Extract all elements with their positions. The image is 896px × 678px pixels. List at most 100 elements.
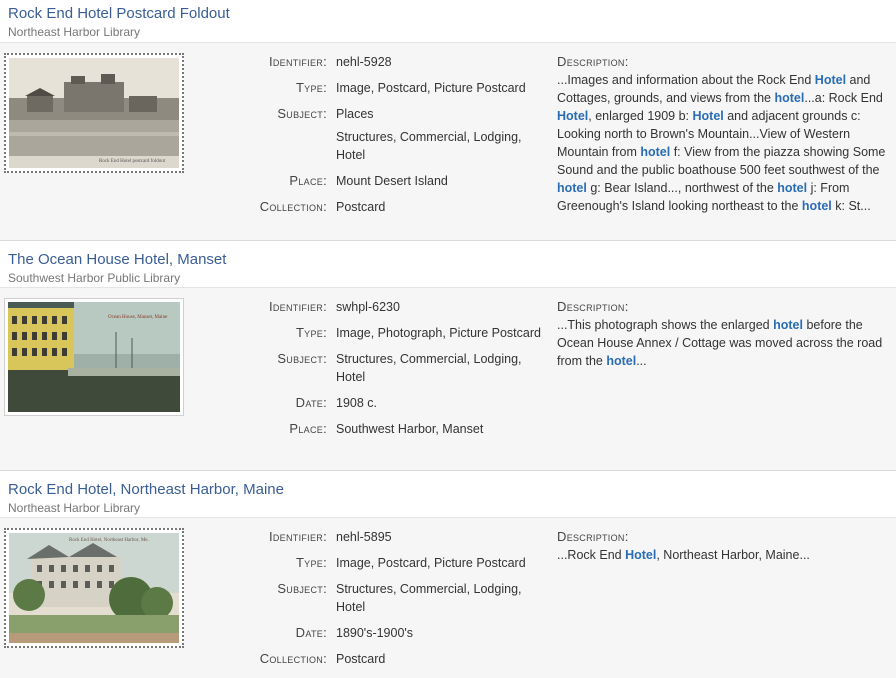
description-label: Description: bbox=[557, 299, 629, 314]
description-fragment: g: Bear Island..., northwest of the bbox=[586, 181, 778, 195]
result-header: The Ocean House Hotel, Manset Southwest … bbox=[0, 241, 896, 287]
field-subject: Subject: Structures, Commercial, Lodging… bbox=[230, 580, 545, 616]
result-title-link[interactable]: Rock End Hotel Postcard Foldout bbox=[8, 5, 230, 22]
field-date: Date: 1908 c. bbox=[230, 394, 545, 412]
field-value: nehl-5928 bbox=[336, 55, 392, 69]
field-type: Type: Image, Postcard, Picture Postcard bbox=[230, 79, 545, 97]
field-value: Postcard bbox=[336, 652, 386, 666]
field-value: nehl-5895 bbox=[336, 530, 392, 544]
thumbnail-caption-text: Rock End Hotel, Northeast Harbor, Me. bbox=[69, 538, 149, 543]
thumbnail-caption-text: Ocean House, Manset, Maine bbox=[108, 315, 168, 320]
result-metadata: Identifier: nehl-5895 Type: Image, Postc… bbox=[230, 528, 545, 676]
result-description: Description: ...This photograph shows th… bbox=[557, 298, 890, 370]
result-thumbnail[interactable]: Rock End Hotel, Northeast Harbor, Me. bbox=[4, 528, 184, 648]
field-label: Identifier: bbox=[268, 529, 327, 544]
result-body: Rock End Hotel, Northeast Harbor, Me. Id… bbox=[0, 517, 896, 678]
field-label: Subject: bbox=[277, 106, 327, 121]
result-body: Rock End Hotel postcard foldout Identifi… bbox=[0, 42, 896, 241]
field-value: Places bbox=[336, 107, 374, 121]
description-label: Description: bbox=[557, 529, 629, 544]
field-date: Date: 1890's-1900's bbox=[230, 624, 545, 642]
field-collection: Collection: Postcard bbox=[230, 650, 545, 668]
thumbnail-caption-text: Rock End Hotel postcard foldout bbox=[99, 159, 166, 164]
description-text: ...Images and information about the Rock… bbox=[557, 71, 890, 215]
result-thumbnail[interactable]: Ocean House, Manset, Maine bbox=[4, 298, 184, 416]
search-highlight: hotel bbox=[801, 199, 832, 213]
description-fragment: ...Rock End bbox=[557, 548, 626, 562]
search-highlight: hotel bbox=[557, 181, 587, 195]
field-value: Southwest Harbor, Manset bbox=[336, 422, 484, 436]
result-header: Rock End Hotel Postcard Foldout Northeas… bbox=[0, 0, 896, 42]
result-title-link[interactable]: Rock End Hotel, Northeast Harbor, Maine bbox=[8, 481, 284, 498]
search-highlight: Hotel bbox=[814, 73, 847, 87]
postcard-image: Rock End Hotel, Northeast Harbor, Me. bbox=[9, 533, 179, 643]
result-item: Rock End Hotel, Northeast Harbor, Maine … bbox=[0, 471, 896, 678]
field-label: Identifier: bbox=[268, 54, 327, 69]
field-label: Subject: bbox=[277, 581, 327, 596]
search-highlight: hotel bbox=[774, 91, 805, 105]
field-identifier: Identifier: nehl-5895 bbox=[230, 528, 545, 546]
description-fragment: ... bbox=[636, 354, 647, 368]
result-metadata: Identifier: nehl-5928 Type: Image, Postc… bbox=[230, 53, 545, 224]
description-fragment: ...Images and information about the Rock… bbox=[557, 73, 815, 87]
postcard-image: Rock End Hotel postcard foldout bbox=[9, 58, 179, 168]
description-fragment: ...This photograph shows the enlarged bbox=[557, 318, 774, 332]
description-fragment: , enlarged 1909 b: bbox=[588, 109, 693, 123]
field-value: 1890's-1900's bbox=[336, 626, 414, 640]
field-label: Type: bbox=[295, 325, 327, 340]
result-item: Rock End Hotel Postcard Foldout Northeas… bbox=[0, 0, 896, 241]
result-description: Description: ...Images and information a… bbox=[557, 53, 890, 215]
field-subject: Subject: Places Structures, Commercial, … bbox=[230, 105, 545, 164]
result-institution: Northeast Harbor Library bbox=[8, 25, 141, 39]
field-label: Place: bbox=[289, 173, 327, 188]
field-identifier: Identifier: nehl-5928 bbox=[230, 53, 545, 71]
result-institution: Northeast Harbor Library bbox=[8, 501, 141, 515]
result-metadata: Identifier: swhpl-6230 Type: Image, Phot… bbox=[230, 298, 545, 446]
description-text: ...This photograph shows the enlarged ho… bbox=[557, 316, 890, 370]
field-type: Type: Image, Postcard, Picture Postcard bbox=[230, 554, 545, 572]
search-highlight: hotel bbox=[777, 181, 808, 195]
field-label: Collection: bbox=[259, 651, 327, 666]
field-value: Image, Postcard, Picture Postcard bbox=[336, 556, 526, 570]
field-place: Place: Mount Desert Island bbox=[230, 172, 545, 190]
result-header: Rock End Hotel, Northeast Harbor, Maine … bbox=[0, 471, 896, 517]
field-value: Image, Postcard, Picture Postcard bbox=[336, 81, 526, 95]
description-label: Description: bbox=[557, 54, 629, 69]
field-subject: Subject: Structures, Commercial, Lodging… bbox=[230, 350, 545, 386]
field-value: Structures, Commercial, Lodging, Hotel bbox=[336, 130, 522, 162]
field-value: Structures, Commercial, Lodging, Hotel bbox=[336, 352, 522, 384]
field-label: Date: bbox=[295, 395, 327, 410]
description-fragment: ...a: Rock End bbox=[804, 91, 883, 105]
field-value: swhpl-6230 bbox=[336, 300, 400, 314]
search-highlight: hotel bbox=[606, 354, 637, 368]
field-label: Type: bbox=[295, 80, 327, 95]
field-value: 1908 c. bbox=[336, 396, 378, 410]
description-fragment: , Northeast Harbor, Maine... bbox=[656, 548, 810, 562]
result-body: Ocean House, Manset, Maine Identifier: s… bbox=[0, 287, 896, 471]
search-highlight: Hotel bbox=[692, 109, 724, 123]
search-highlight: Hotel bbox=[625, 548, 657, 562]
result-description: Description: ...Rock End Hotel, Northeas… bbox=[557, 528, 890, 564]
result-item: The Ocean House Hotel, Manset Southwest … bbox=[0, 241, 896, 471]
field-collection: Collection: Postcard bbox=[230, 198, 545, 216]
field-label: Type: bbox=[295, 555, 327, 570]
search-highlight: Hotel bbox=[557, 109, 589, 123]
search-highlight: hotel bbox=[640, 145, 671, 159]
field-label: Subject: bbox=[277, 351, 327, 366]
field-place: Place: Southwest Harbor, Manset bbox=[230, 420, 545, 438]
description-fragment: k: St... bbox=[831, 199, 871, 213]
field-value: Structures, Commercial, Lodging, Hotel bbox=[336, 582, 522, 614]
field-label: Identifier: bbox=[268, 299, 327, 314]
result-title-link[interactable]: The Ocean House Hotel, Manset bbox=[8, 251, 226, 268]
field-label: Place: bbox=[289, 421, 327, 436]
field-value: Image, Photograph, Picture Postcard bbox=[336, 326, 541, 340]
result-thumbnail[interactable]: Rock End Hotel postcard foldout bbox=[4, 53, 184, 173]
result-institution: Southwest Harbor Public Library bbox=[8, 271, 181, 285]
field-label: Date: bbox=[295, 625, 327, 640]
search-highlight: hotel bbox=[773, 318, 803, 332]
field-type: Type: Image, Photograph, Picture Postcar… bbox=[230, 324, 545, 342]
description-text: ...Rock End Hotel, Northeast Harbor, Mai… bbox=[557, 546, 890, 564]
field-label: Collection: bbox=[259, 199, 327, 214]
field-value: Mount Desert Island bbox=[336, 174, 448, 188]
field-value: Postcard bbox=[336, 200, 386, 214]
